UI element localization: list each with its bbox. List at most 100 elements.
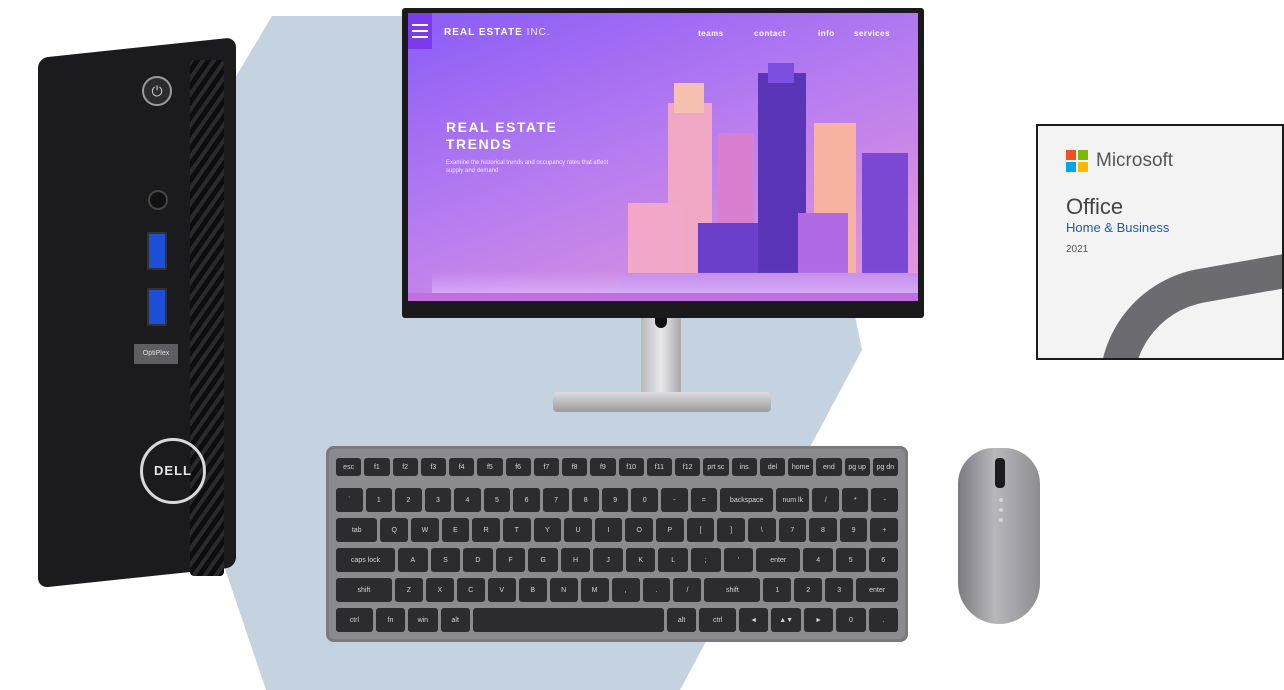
key: f8 <box>562 458 588 476</box>
key: 6 <box>868 548 899 572</box>
key: ] <box>717 518 745 542</box>
key: C <box>456 578 485 602</box>
key: ▲▼ <box>771 608 801 632</box>
microsoft-brand: Microsoft <box>1096 150 1174 171</box>
key: Y <box>533 518 562 542</box>
key: N <box>549 578 578 602</box>
key: F <box>495 548 526 572</box>
usb-port-icon <box>147 232 167 270</box>
key: 3 <box>424 488 452 512</box>
monitor-screen: REAL ESTATE INC. teams contact info serv… <box>408 13 918 301</box>
key: fn <box>375 608 406 632</box>
key: f11 <box>646 458 672 476</box>
key: num lk <box>776 488 810 512</box>
product-year: 2021 <box>1066 244 1089 255</box>
key: shift <box>336 578 392 602</box>
screen-bottom-bar <box>408 293 918 301</box>
key: 3 <box>825 578 854 602</box>
key: ; <box>691 548 721 572</box>
key: Q <box>380 518 409 542</box>
tower-vent-grille <box>190 60 224 576</box>
key: f4 <box>449 458 475 476</box>
key: ' <box>723 548 754 572</box>
key: P <box>656 518 684 542</box>
site-brand: REAL ESTATE INC. <box>444 27 551 38</box>
key: del <box>759 458 785 476</box>
key: f7 <box>533 458 559 476</box>
key: enter <box>756 548 801 572</box>
key: home <box>788 458 814 476</box>
dell-logo: DELL <box>140 438 206 504</box>
key: V <box>487 578 516 602</box>
key: 5 <box>483 488 511 512</box>
key: alt <box>440 608 470 632</box>
key: f3 <box>420 458 446 476</box>
mouse-scroll-wheel <box>995 458 1005 488</box>
key: 1 <box>365 488 393 512</box>
key: U <box>564 518 592 542</box>
key: J <box>593 548 623 572</box>
key: backspace <box>720 488 774 512</box>
key: 8 <box>572 488 599 512</box>
key: end <box>816 458 842 476</box>
key: 2 <box>794 578 823 602</box>
keyboard-row: esc f1 f2 f3 f4 f5 f6 f7 f8 f9 f10 f11 f12 prt sc ins d… <box>336 458 898 476</box>
mouse-indicator-dot <box>999 498 1003 502</box>
key: T <box>502 518 531 542</box>
usb-port-icon <box>147 288 167 326</box>
key: [ <box>686 518 715 542</box>
key: f6 <box>505 458 531 476</box>
model-label: OptiPlex <box>134 344 178 364</box>
key: A <box>398 548 428 572</box>
key: . <box>868 608 899 632</box>
key: enter <box>856 578 899 602</box>
key: W <box>411 518 439 542</box>
key: pg up <box>844 458 870 476</box>
audio-jack-icon <box>148 190 168 210</box>
key: f1 <box>364 458 390 476</box>
power-icon: ⏻ <box>142 76 172 106</box>
key: esc <box>336 458 362 476</box>
key: O <box>625 518 654 542</box>
key: tab <box>336 518 378 542</box>
key: ► <box>803 608 834 632</box>
key: 1 <box>763 578 792 602</box>
key: . <box>642 578 671 602</box>
key: caps lock <box>336 548 396 572</box>
key: X <box>425 578 454 602</box>
key: 9 <box>839 518 868 542</box>
key: 2 <box>395 488 422 512</box>
hero-subtitle: Examine the historical trends and occupa… <box>446 160 608 174</box>
key: 4 <box>454 488 481 512</box>
wireless-keyboard: esc f1 f2 f3 f4 f5 f6 f7 f8 f9 f10 f11 f12 prt sc ins d… <box>326 446 908 642</box>
key: M <box>580 578 609 602</box>
key: S <box>430 548 461 572</box>
key: R <box>472 518 500 542</box>
key: shift <box>704 578 761 602</box>
key: ctrl <box>336 608 373 632</box>
office-product-box: Microsoft Office Home & Business 2021 <box>1036 124 1284 360</box>
key: f10 <box>618 458 644 476</box>
keyboard-row: shift Z X C V B N M,. / shift 1 2 3 enter <box>336 578 899 602</box>
office-swoosh-graphic <box>1080 225 1282 358</box>
hamburger-menu-icon <box>408 13 432 49</box>
key: L <box>658 548 688 572</box>
key: pg dn <box>872 458 898 476</box>
key: I <box>594 518 623 542</box>
key: 7 <box>542 488 570 512</box>
space-key <box>472 608 664 632</box>
mouse-indicator-dot <box>999 508 1003 512</box>
hero-title: REAL ESTATE TRENDS <box>446 119 558 152</box>
key: f2 <box>392 458 418 476</box>
key: = <box>690 488 718 512</box>
key: 0 <box>631 488 659 512</box>
nav-contact: contact <box>754 29 786 38</box>
key: / <box>673 578 702 602</box>
key: K <box>625 548 656 572</box>
city-skyline-illustration <box>618 63 918 293</box>
key: 6 <box>513 488 540 512</box>
key: 0 <box>836 608 866 632</box>
keyboard-row: caps lock A S D F G H J K L; ' enter 4 5 6 <box>336 548 899 572</box>
microsoft-logo-icon <box>1066 150 1088 172</box>
key: alt <box>666 608 697 632</box>
